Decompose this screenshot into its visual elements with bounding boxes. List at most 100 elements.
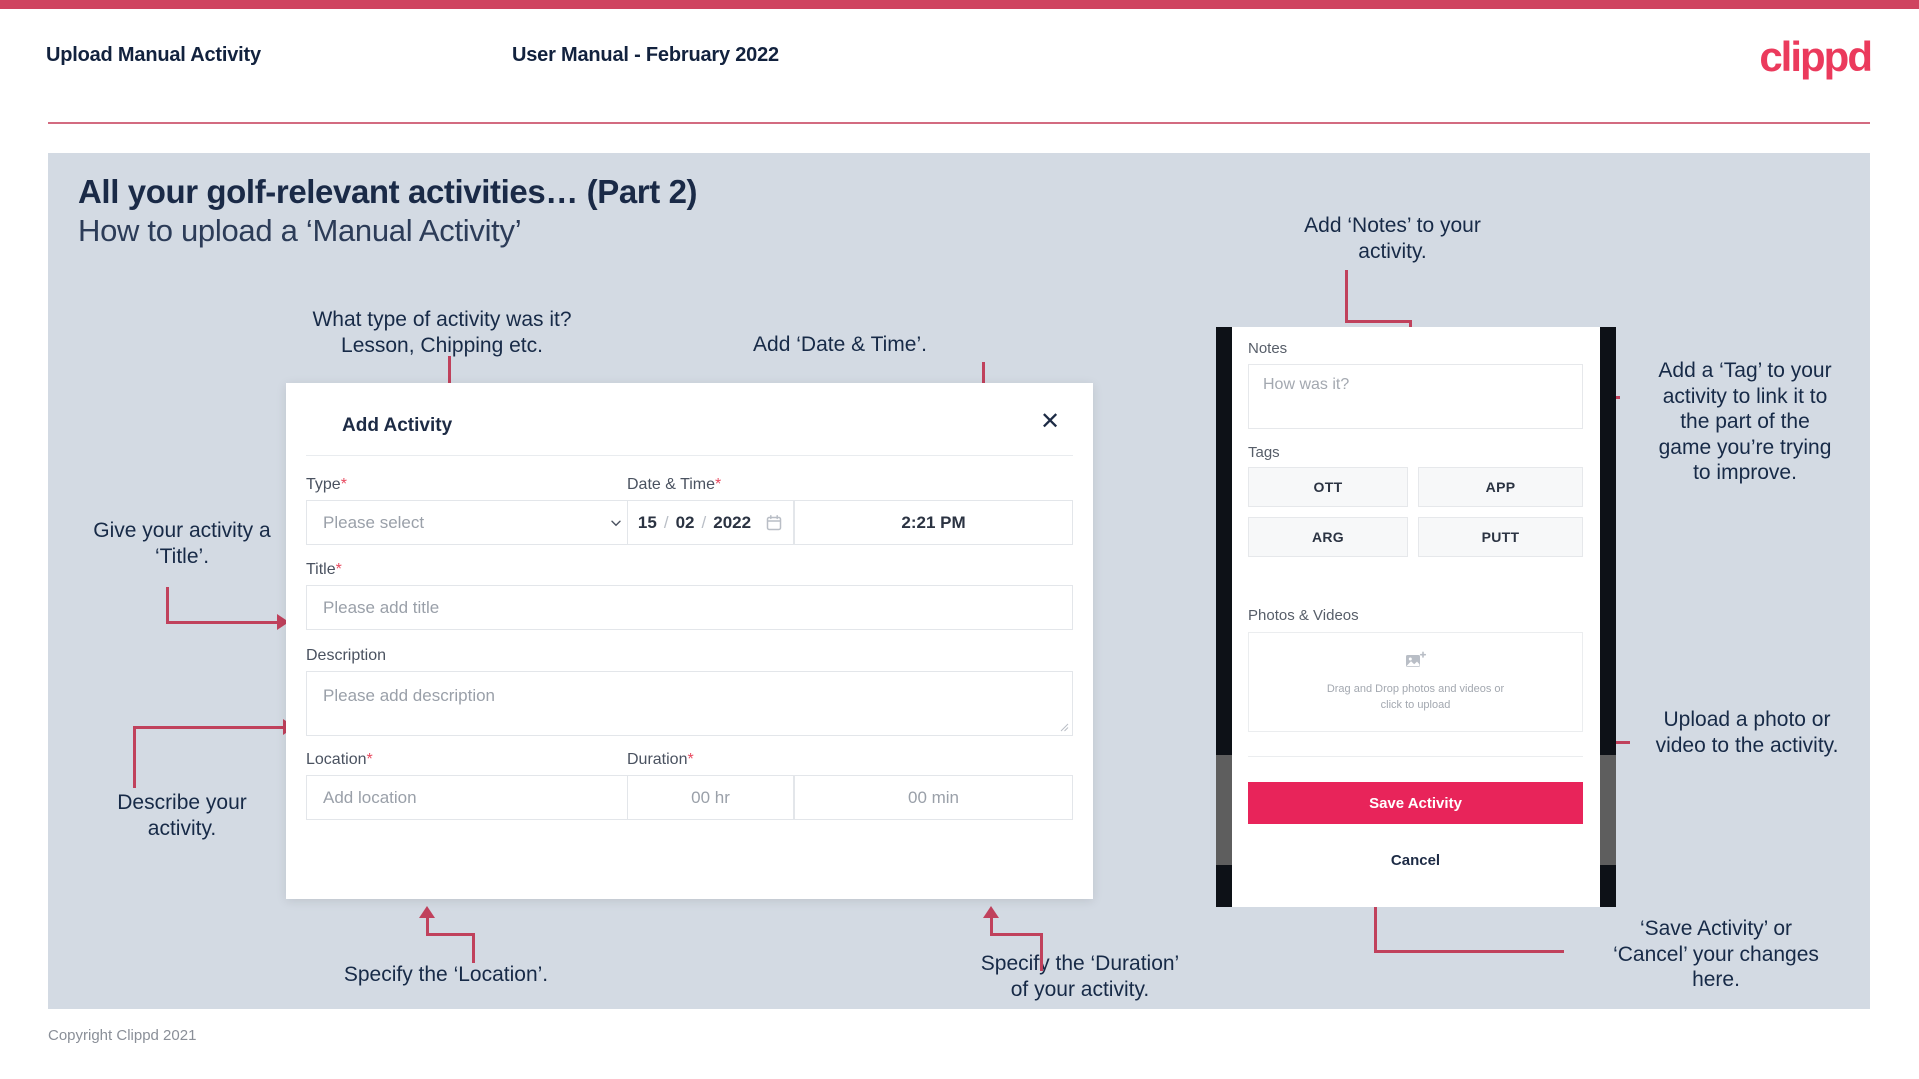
annotation-location-line-v1 — [426, 918, 429, 935]
location-input[interactable]: Add location — [306, 775, 639, 820]
chevron-down-icon — [611, 520, 621, 526]
description-label-text: Description — [306, 647, 387, 664]
dropzone-text: Drag and Drop photos and videos or click… — [1327, 682, 1504, 714]
phone-actions-divider — [1248, 756, 1583, 757]
dialog-title: Add Activity — [342, 415, 453, 436]
phone-notes-input[interactable]: How was it? — [1248, 364, 1583, 429]
close-icon[interactable]: ✕ — [1035, 407, 1065, 437]
type-select-placeholder: Please select — [323, 512, 425, 532]
type-required-marker: * — [340, 476, 347, 493]
annotation-duration-line-h — [990, 933, 1043, 936]
annotation-location-line-h — [426, 933, 474, 936]
duration-minutes-placeholder: 00 min — [907, 787, 960, 807]
title-input-placeholder: Please add title — [323, 597, 440, 617]
annotation-location-arrowhead — [419, 906, 435, 918]
slide-title-light: How to upload a ‘Manual Activity’ — [78, 213, 522, 248]
tag-label-putt: PUTT — [1481, 529, 1520, 545]
duration-minutes-input[interactable]: 00 min — [794, 775, 1073, 820]
location-label-text: Location — [306, 751, 367, 768]
duration-hours-input[interactable]: 00 hr — [627, 775, 794, 820]
annotation-duration-line-v2 — [1040, 933, 1043, 971]
cancel-button[interactable]: Cancel — [1248, 845, 1583, 875]
tag-label-app: APP — [1485, 479, 1516, 495]
time-value: 2:21 PM — [901, 512, 966, 532]
cancel-label: Cancel — [1390, 851, 1441, 869]
annotation-notes-line-v1 — [1345, 270, 1348, 322]
resize-grip-icon[interactable] — [1059, 722, 1069, 732]
title-input[interactable]: Please add title — [306, 585, 1073, 630]
title-required-marker: * — [335, 561, 342, 578]
save-activity-label: Save Activity — [1369, 794, 1462, 812]
tag-button-arg[interactable]: ARG — [1248, 517, 1408, 557]
title-label: Title* — [306, 561, 342, 579]
phone-notes-label: Notes — [1248, 340, 1288, 357]
date-value-group: 15 / 02 / 2022 — [638, 513, 783, 533]
date-separator-1: / — [663, 512, 669, 532]
annotation-upload: Upload a photo or video to the activity. — [1655, 708, 1839, 757]
annotation-notes: Add ‘Notes’ to your activity. — [1304, 214, 1481, 263]
datetime-required-marker: * — [715, 476, 722, 493]
annotation-duration-line-v1 — [990, 918, 993, 935]
dropzone-line-2: click to upload — [1380, 698, 1451, 711]
tag-button-putt[interactable]: PUTT — [1418, 517, 1583, 557]
title-label-text: Title — [306, 561, 336, 578]
annotation-location: Specify the ‘Location’. — [343, 963, 549, 986]
dialog-header-divider — [306, 455, 1073, 456]
location-required-marker: * — [366, 751, 373, 768]
description-textarea[interactable]: Please add description — [306, 671, 1073, 736]
location-label: Location* — [306, 751, 373, 769]
duration-hours-placeholder: 00 hr — [691, 787, 730, 807]
description-label: Description — [306, 647, 386, 665]
header-doc-title: User Manual - February 2022 — [512, 44, 779, 66]
annotation-title: Give your activity a ‘Title’. — [93, 519, 271, 568]
add-image-icon — [1405, 651, 1426, 667]
date-input[interactable]: 15 / 02 / 2022 — [627, 500, 794, 545]
annotation-duration: Specify the ‘Duration’ of your activity. — [980, 952, 1180, 1001]
annotation-title-line-h — [166, 621, 279, 624]
duration-required-marker: * — [687, 751, 694, 768]
media-dropzone[interactable]: Drag and Drop photos and videos or click… — [1248, 632, 1583, 732]
description-placeholder: Please add description — [323, 686, 496, 705]
phone-tags-label: Tags — [1248, 444, 1280, 461]
phone-media-label: Photos & Videos — [1248, 607, 1359, 624]
duration-label-text: Duration — [627, 751, 688, 768]
annotation-datetime: Add ‘Date & Time’. — [753, 333, 927, 356]
location-input-placeholder: Add location — [323, 787, 417, 807]
phone-notes-placeholder: How was it? — [1263, 376, 1350, 393]
dropzone-line-1: Drag and Drop photos and videos or — [1326, 682, 1505, 695]
annotation-description-line-h — [133, 726, 285, 729]
type-label: Type* — [306, 476, 347, 494]
tag-label-ott: OTT — [1313, 479, 1343, 495]
copyright-text: Copyright Clippd 2021 — [48, 1027, 197, 1044]
annotation-duration-arrowhead — [983, 906, 999, 918]
save-activity-button[interactable]: Save Activity — [1248, 782, 1583, 824]
datetime-label-text: Date & Time — [627, 476, 716, 493]
type-select[interactable]: Please select — [306, 500, 639, 545]
add-activity-dialog: Add Activity ✕ Type* Please select Date … — [286, 383, 1093, 899]
phone-side-button-left — [1216, 755, 1232, 865]
annotation-description-line-v — [133, 726, 136, 788]
annotation-title-line-v — [166, 587, 169, 624]
phone-side-button-right — [1600, 755, 1616, 865]
calendar-icon[interactable] — [765, 514, 783, 532]
annotation-tags: Add a ‘Tag’ to your activity to link it … — [1658, 359, 1832, 485]
tag-button-app[interactable]: APP — [1418, 467, 1583, 507]
time-input[interactable]: 2:21 PM — [794, 500, 1073, 545]
annotation-type: What type of activity was it? Lesson, Ch… — [312, 308, 572, 357]
slide-title-bold: All your golf-relevant activities… (Part… — [78, 173, 698, 210]
slide-page: Upload Manual Activity User Manual - Feb… — [0, 0, 1919, 1079]
tag-label-arg: ARG — [1311, 529, 1344, 545]
annotation-location-line-v2 — [472, 933, 475, 963]
top-accent-bar — [0, 0, 1919, 9]
duration-label: Duration* — [627, 751, 694, 769]
annotation-description: Describe your activity. — [117, 791, 247, 840]
header-left-title: Upload Manual Activity — [46, 44, 261, 66]
tag-button-ott[interactable]: OTT — [1248, 467, 1408, 507]
header-divider — [48, 122, 1870, 124]
annotation-save-cancel: ‘Save Activity’ or ‘Cancel’ your changes… — [1613, 917, 1819, 992]
annotation-save-line-h — [1374, 950, 1564, 953]
clippd-logo: clippd — [1759, 33, 1873, 80]
date-separator-2: / — [701, 512, 707, 532]
date-day: 15 — [637, 512, 657, 532]
date-month: 02 — [675, 512, 695, 532]
